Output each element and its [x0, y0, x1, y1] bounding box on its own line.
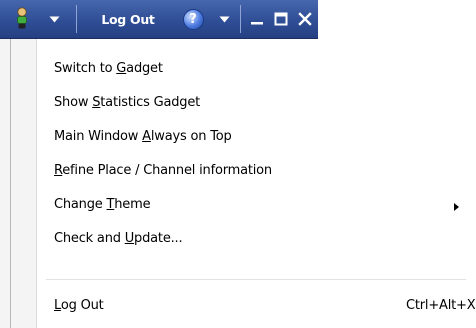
menu-item-label: Check and Update...: [54, 230, 183, 246]
minimize-icon[interactable]: [246, 0, 268, 38]
maximize-icon[interactable]: [270, 0, 292, 38]
help-button[interactable]: ?: [178, 0, 208, 38]
menu-item-refine-place[interactable]: Refine Place / Channel information: [36, 155, 476, 185]
close-icon[interactable]: [294, 0, 316, 38]
context-menu: Switch to Gadget Show Statistics Gadget …: [0, 39, 476, 328]
toolbar-divider: [240, 5, 241, 33]
menu-item-label: Show Statistics Gadget: [54, 94, 201, 110]
menu-left-border: [10, 39, 11, 328]
menu-item-label: Change Theme: [54, 196, 151, 212]
menu-item-label: Switch to Gadget: [54, 60, 163, 76]
toolbar-divider: [76, 5, 77, 33]
person-status-icon[interactable]: [2, 0, 42, 38]
menu-item-change-theme[interactable]: Change Theme: [36, 189, 476, 219]
submenu-arrow-icon: [454, 200, 459, 215]
chevron-down-icon[interactable]: [214, 0, 234, 38]
menu-item-switch-to-gadget[interactable]: Switch to Gadget: [36, 53, 476, 83]
menu-item-check-and-update[interactable]: Check and Update...: [36, 223, 476, 253]
title-toolbar: Log Out ?: [0, 0, 318, 39]
menu-item-log-out[interactable]: Log Out Ctrl+Alt+X: [36, 290, 476, 320]
menu-item-label: Log Out: [54, 297, 104, 313]
logout-button[interactable]: Log Out: [92, 0, 164, 38]
menu-item-show-statistics-gadget[interactable]: Show Statistics Gadget: [36, 87, 476, 117]
menu-item-label: Refine Place / Channel information: [54, 162, 272, 178]
chevron-down-icon[interactable]: [44, 0, 64, 38]
help-icon: ?: [182, 8, 204, 30]
menu-separator: [46, 279, 466, 280]
menu-item-shortcut: Ctrl+Alt+X: [406, 297, 476, 313]
menu-item-label: Main Window Always on Top: [54, 128, 232, 144]
menu-item-always-on-top[interactable]: Main Window Always on Top: [36, 121, 476, 151]
menu-icon-gutter: [0, 39, 37, 328]
